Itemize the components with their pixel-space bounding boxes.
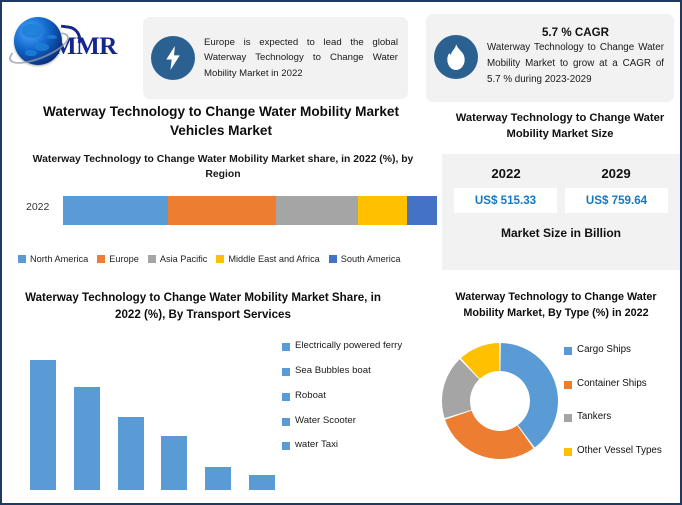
region-segment bbox=[167, 196, 277, 225]
legend-item: Sea Bubbles boat bbox=[282, 365, 417, 378]
callout-cagr: 5.7 % CAGR Waterway Technology to Change… bbox=[426, 14, 674, 102]
legend-label: Container Ships bbox=[577, 377, 647, 389]
legend-label: Sea Bubbles boat bbox=[295, 364, 371, 376]
region-segment bbox=[63, 196, 168, 225]
legend-swatch-icon bbox=[564, 414, 572, 423]
legend-item: Container Ships bbox=[564, 378, 680, 391]
legend-swatch-icon bbox=[147, 255, 156, 263]
page-title: Waterway Technology to Change Water Mobi… bbox=[43, 104, 399, 139]
transport-chart-legend: Electrically powered ferry Sea Bubbles bo… bbox=[282, 340, 417, 464]
legend-label: Roboat bbox=[295, 389, 326, 401]
legend-label: Tankers bbox=[577, 411, 612, 423]
legend-label: Water Scooter bbox=[295, 414, 356, 426]
market-size-title: Waterway Technology to Change Water Mobi… bbox=[455, 112, 665, 141]
legend-swatch-icon bbox=[328, 255, 337, 263]
region-segment bbox=[407, 196, 437, 225]
market-size-value-2022: US$ 515.33 bbox=[454, 188, 557, 213]
infographic-canvas: MMR Europe is expected to lead the globa… bbox=[0, 0, 682, 505]
legend-swatch-icon bbox=[282, 343, 290, 351]
legend-label: water Taxi bbox=[295, 439, 339, 451]
legend-item: Water Scooter bbox=[282, 415, 417, 428]
legend-swatch-icon bbox=[216, 255, 225, 263]
legend-item: Tankers bbox=[564, 411, 680, 424]
region-stacked-bar bbox=[63, 196, 437, 225]
market-size-panel: 2022 2029 US$ 515.33 US$ 759.64 Market S… bbox=[442, 154, 680, 270]
legend-swatch-icon bbox=[564, 448, 572, 457]
callout-europe-text: Europe is expected to lead the global Wa… bbox=[204, 36, 398, 79]
lightning-bolt-icon bbox=[151, 36, 195, 80]
bar bbox=[117, 417, 144, 490]
legend-label: Cargo Ships bbox=[577, 344, 631, 355]
legend-label: Electrically powered ferry bbox=[295, 340, 403, 351]
brand-logo: MMR bbox=[5, 12, 132, 71]
legend-swatch-icon bbox=[97, 255, 106, 263]
market-size-value-2029: US$ 759.64 bbox=[565, 188, 668, 213]
region-chart-legend: North America Europe Asia Pacific Middle Ea… bbox=[18, 254, 454, 264]
region-chart-title: Waterway Technology to Change Water Mobi… bbox=[32, 154, 414, 181]
legend-item: Middle East and Africa bbox=[216, 254, 320, 264]
region-segment bbox=[358, 196, 408, 225]
legend-swatch-icon bbox=[564, 380, 572, 389]
legend-item: Europe bbox=[97, 254, 139, 264]
legend-swatch-icon bbox=[564, 347, 572, 355]
legend-swatch-icon bbox=[282, 417, 290, 426]
legend-item: South America bbox=[328, 254, 401, 264]
globe-icon bbox=[5, 17, 73, 71]
legend-item: Roboat bbox=[282, 390, 417, 403]
legend-item: Electrically powered ferry bbox=[282, 340, 417, 353]
bar bbox=[205, 467, 232, 490]
callout-cagr-body: 5.7 % CAGR Waterway Technology to Change… bbox=[487, 26, 664, 88]
market-size-year-2029: 2029 bbox=[601, 166, 631, 181]
flame-icon bbox=[434, 35, 478, 79]
transport-bar-plot bbox=[30, 360, 275, 490]
donut-slice bbox=[445, 410, 534, 459]
region-segment bbox=[276, 196, 359, 225]
legend-item: Asia Pacific bbox=[147, 254, 208, 264]
type-chart-legend: Cargo Ships Container Ships Tankers Other V… bbox=[564, 344, 680, 479]
market-size-year-2022: 2022 bbox=[491, 166, 521, 181]
transport-chart-title: Waterway Technology to Change Water Mobi… bbox=[25, 291, 381, 321]
legend-label: North America bbox=[30, 254, 89, 264]
legend-label: Middle East and Africa bbox=[228, 254, 320, 264]
market-size-footer: Market Size in Billion bbox=[500, 226, 622, 240]
cagr-headline: 5.7 % CAGR bbox=[541, 26, 609, 40]
legend-swatch-icon bbox=[282, 367, 290, 376]
legend-label: South America bbox=[340, 254, 401, 264]
legend-swatch-icon bbox=[282, 392, 290, 401]
legend-item: North America bbox=[18, 254, 88, 264]
bar bbox=[73, 386, 100, 490]
legend-item: Other Vessel Types bbox=[564, 445, 680, 458]
callout-europe: Europe is expected to lead the global Wa… bbox=[143, 17, 408, 99]
legend-item: Cargo Ships bbox=[564, 344, 680, 357]
type-donut-chart bbox=[442, 343, 558, 459]
type-chart-title: Waterway Technology to Change Water Mobi… bbox=[455, 291, 657, 319]
legend-swatch-icon bbox=[282, 442, 290, 451]
bar bbox=[248, 474, 275, 490]
legend-item: water Taxi bbox=[282, 439, 417, 452]
legend-label: Asia Pacific bbox=[159, 254, 208, 264]
bar bbox=[161, 436, 188, 490]
legend-label: Europe bbox=[109, 254, 139, 264]
legend-label: Other Vessel Types bbox=[577, 445, 662, 457]
legend-swatch-icon bbox=[18, 255, 26, 263]
region-chart-axis-label: 2022 bbox=[26, 201, 50, 213]
bar bbox=[30, 360, 56, 490]
cagr-text: Waterway Technology to Change Water Mobi… bbox=[487, 42, 664, 85]
